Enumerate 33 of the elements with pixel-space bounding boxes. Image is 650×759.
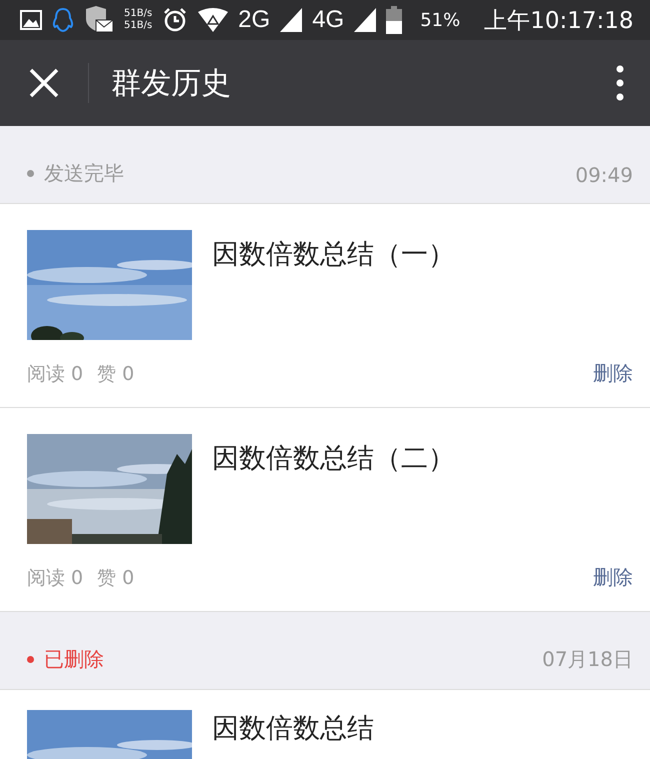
article-title: 因数倍数总结（一） [212, 238, 455, 272]
battery-percent: 51% [420, 10, 460, 30]
like-count: 赞 0 [97, 566, 134, 590]
page-title: 群发历史 [111, 64, 232, 102]
penguin-icon [52, 7, 74, 33]
alarm-icon [162, 7, 188, 33]
clock: 上午10:17:18 [484, 6, 634, 36]
gallery-icon [20, 10, 42, 30]
send-time: 09:49 [575, 163, 633, 187]
more-icon [616, 65, 624, 101]
article-card[interactable]: 因数倍数总结（一） 阅读 0 赞 0 删除 [0, 204, 650, 408]
status-label: 已删除 [44, 646, 105, 673]
status-label: 发送完毕 [44, 160, 125, 187]
network-label: 2G [238, 6, 270, 34]
article-title: 因数倍数总结（二） [212, 442, 455, 476]
battery-icon [386, 6, 402, 34]
delete-link[interactable]: 删除 [593, 360, 633, 387]
network-label: 4G [312, 6, 344, 34]
delete-link[interactable]: 删除 [593, 564, 633, 591]
shield-mail-icon [84, 6, 114, 34]
signal-icon [280, 8, 302, 32]
read-count: 阅读 0 [27, 566, 84, 590]
upload-speed: 51B/s [124, 8, 152, 20]
download-speed: 51B/s [124, 20, 152, 32]
send-time: 07月18日 [542, 646, 633, 673]
article-card[interactable]: 因数倍数总结（二） 阅读 0 赞 0 删除 [0, 408, 650, 612]
signal-icon [354, 8, 376, 32]
read-count: 阅读 0 [27, 362, 84, 386]
article-title: 因数倍数总结 [212, 712, 374, 746]
close-icon [28, 67, 60, 99]
wifi-icon [198, 8, 228, 32]
like-count: 赞 0 [97, 362, 134, 386]
article-card[interactable]: 因数倍数总结 [0, 690, 650, 759]
